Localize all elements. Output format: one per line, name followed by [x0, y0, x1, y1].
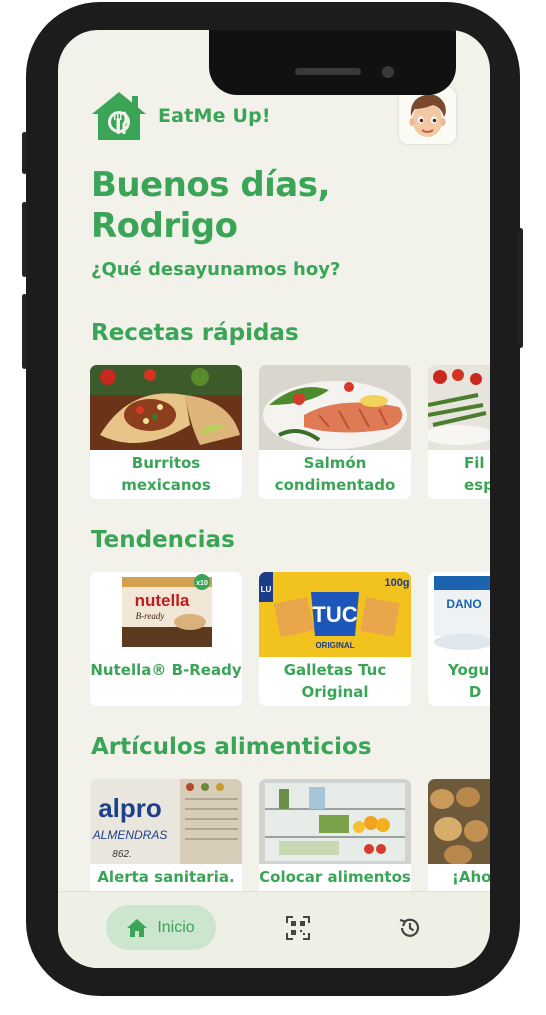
notch [209, 30, 456, 95]
danone-product-image: DANO [428, 572, 490, 657]
trend-card-yogurt[interactable]: DANO Yogu D [428, 572, 490, 706]
article-label: Alerta sanitaria. [97, 868, 235, 886]
recipe-card-burritos[interactable]: Burritos mexicanos [90, 365, 242, 499]
recipe-card-salmon[interactable]: Salmón condimentado [259, 365, 411, 499]
house-fork-icon [92, 92, 146, 140]
recipe-label: Burritos mexicanos [121, 454, 211, 494]
salmon-photo [259, 365, 411, 450]
nutella-brand: nutella [135, 591, 190, 610]
section-title-trends: Tendencias [91, 527, 235, 553]
alpro-article-image: alpro ALMENDRAS 862. [90, 779, 242, 864]
greeting-line-1: Buenos días, [91, 165, 330, 205]
recipe-label: Salmón condimentado [274, 454, 396, 494]
qr-scan-icon[interactable] [285, 915, 311, 941]
app-logo: EatMe Up! [90, 90, 271, 142]
tuc-corner: LU [261, 585, 272, 594]
trend-card-nutella[interactable]: x10 nutella B-ready Nutella® B-Ready [90, 572, 242, 706]
tuc-sub: ORIGINAL [315, 641, 354, 650]
nutella-sub: B-ready [136, 611, 165, 621]
burritos-photo [90, 365, 242, 450]
avatar-image [409, 94, 446, 137]
mute-switch [22, 132, 27, 174]
steak-asparagus-photo [428, 365, 490, 450]
nutella-badge: x10 [196, 580, 208, 587]
tuc-product-image: LU TUC ORIGINAL 100g [259, 572, 411, 657]
alpro-code: 862. [112, 849, 131, 860]
quick-recipes-carousel[interactable]: Burritos mexicanos Salmón condimentado F… [90, 365, 490, 499]
greeting-line-2: Rodrigo [91, 206, 238, 246]
greeting-title: Buenos días, Rodrigo [91, 165, 330, 247]
volume-up-button [22, 202, 27, 277]
article-label: ¡Aho [452, 868, 490, 886]
nutella-product-image: x10 nutella B-ready [90, 572, 242, 657]
history-icon[interactable] [397, 915, 423, 941]
nav-home-button[interactable]: Inicio [106, 905, 216, 950]
volume-down-button [22, 294, 27, 369]
trend-label: Galletas Tuc Original [283, 661, 387, 701]
section-title-quick-recipes: Recetas rápidas [91, 320, 299, 346]
app-name: EatMe Up! [158, 105, 271, 127]
tuc-brand: TUC [312, 602, 357, 627]
trend-label: Yogu D [448, 661, 490, 701]
alpro-brand: alpro [98, 793, 162, 823]
fridge-article-image [259, 779, 411, 864]
article-label: Colocar alimentos [259, 868, 411, 886]
speaker [295, 68, 361, 75]
nav-home-label: Inicio [157, 918, 195, 936]
bottom-navigation: Inicio [58, 891, 490, 968]
trends-carousel[interactable]: x10 nutella B-ready Nutella® B-Ready LU … [90, 572, 490, 706]
pastries-article-image [428, 779, 490, 864]
app-screen: EatMe Up! Buenos días, Rodrigo ¿Qué desa… [58, 30, 490, 968]
recipe-card-steak[interactable]: Fil esp [428, 365, 490, 499]
recipe-label: Fil esp [464, 454, 490, 494]
trend-card-tuc[interactable]: LU TUC ORIGINAL 100g Galletas Tuc Origin… [259, 572, 411, 706]
section-title-articles: Artículos alimenticios [91, 734, 372, 760]
power-button [518, 228, 523, 348]
home-icon [127, 918, 148, 937]
trend-label: Nutella® B-Ready [90, 661, 242, 679]
user-avatar[interactable] [399, 87, 456, 144]
tuc-weight: 100g [384, 577, 409, 589]
front-camera [382, 66, 394, 78]
danone-brand: DANO [446, 597, 481, 611]
greeting-question: ¿Qué desayunamos hoy? [91, 259, 341, 280]
alpro-sub: ALMENDRAS [92, 828, 168, 842]
